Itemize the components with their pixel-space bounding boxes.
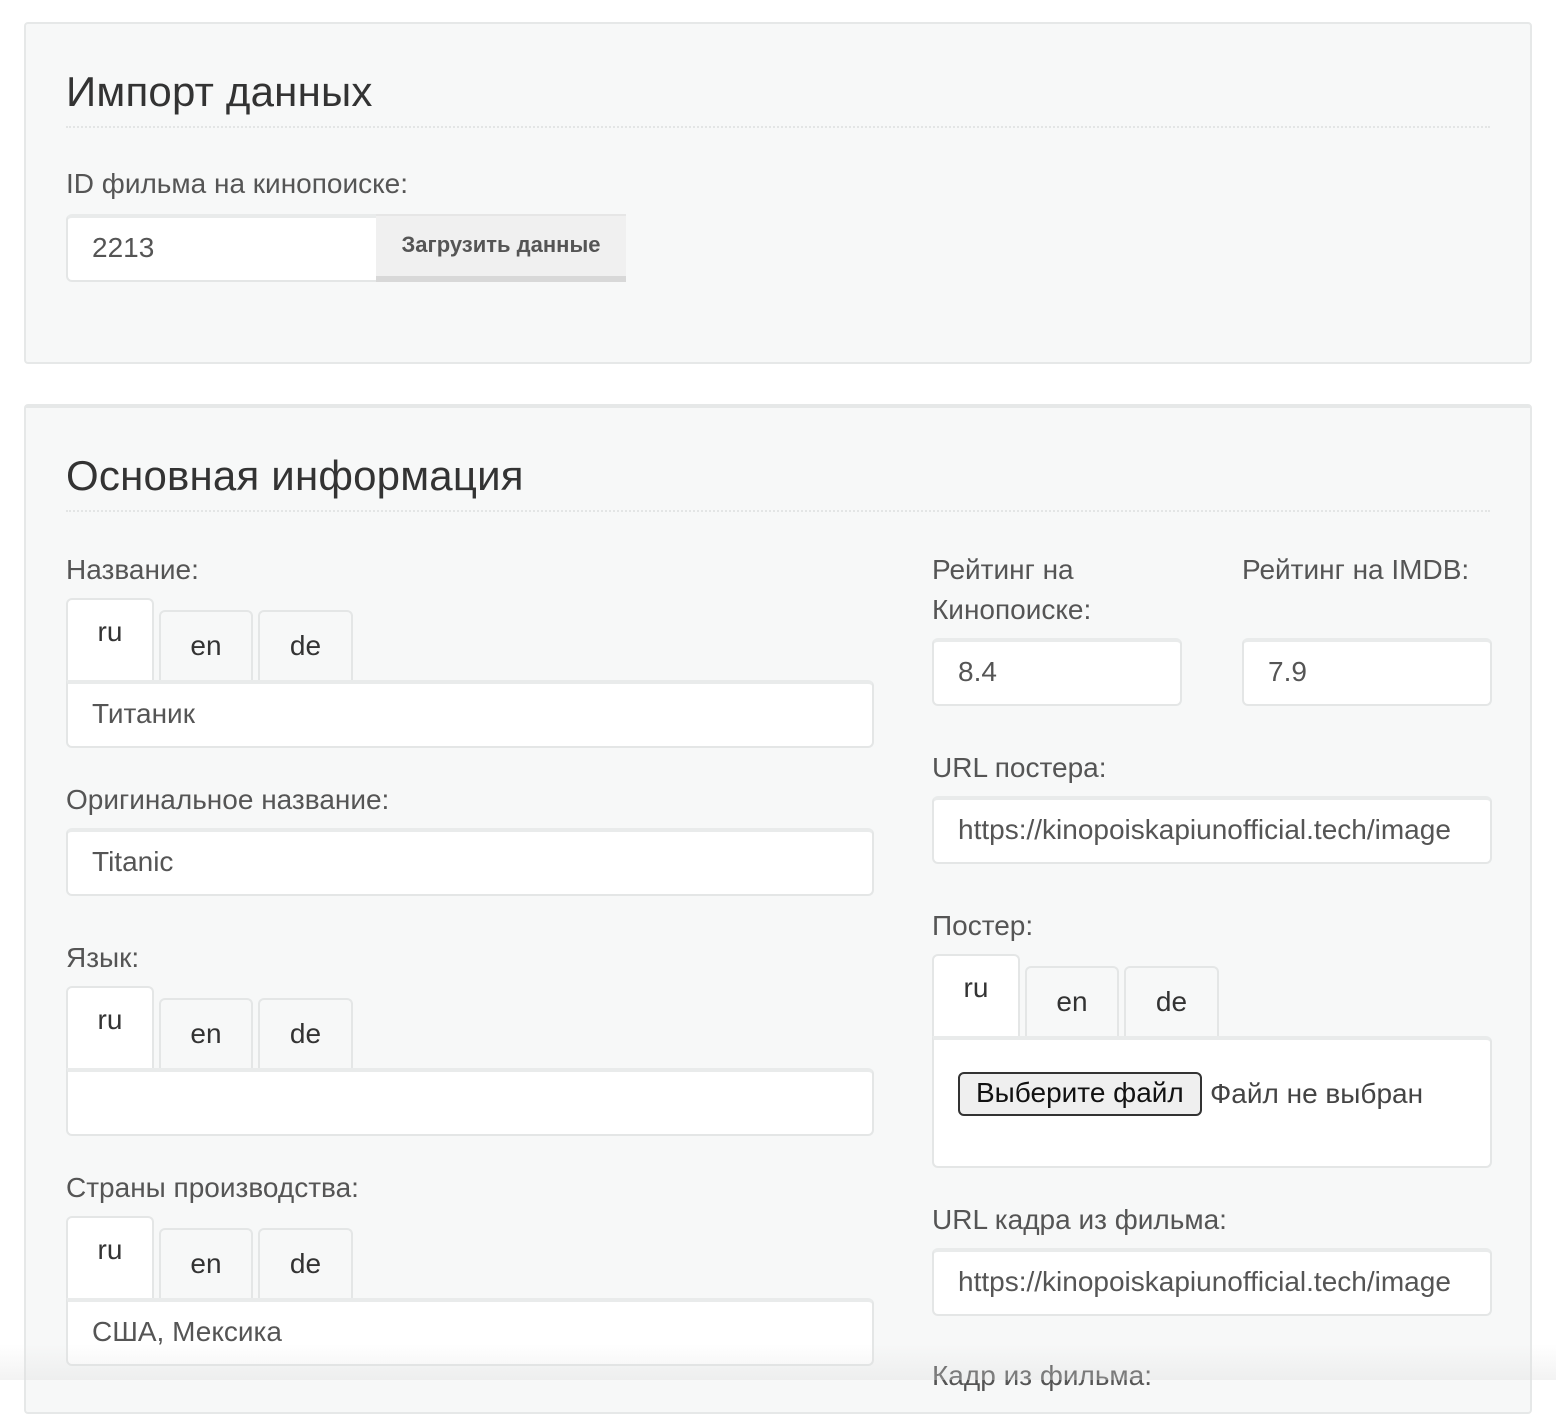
- rating-kp-label-line1: Рейтинг на: [932, 550, 1074, 590]
- language-label: Язык:: [66, 938, 139, 978]
- poster-file-box: Выберите файл Файл не выбран: [932, 1036, 1492, 1168]
- language-input[interactable]: [66, 1068, 874, 1136]
- poster-url-input[interactable]: https://kinopoiskapiunofficial.tech/imag…: [932, 796, 1492, 864]
- rating-imdb-input[interactable]: 7.9: [1242, 638, 1492, 706]
- countries-label: Страны производства:: [66, 1168, 359, 1208]
- choose-file-button[interactable]: Выберите файл: [958, 1072, 1202, 1116]
- tab-name-en[interactable]: en: [159, 610, 253, 682]
- main-info-title: Основная информация: [66, 452, 1490, 512]
- kinopoisk-id-input[interactable]: 2213: [66, 214, 378, 282]
- load-data-button[interactable]: Загрузить данные: [376, 214, 626, 282]
- original-name-input[interactable]: Titanic: [66, 828, 874, 896]
- rating-kp-input[interactable]: 8.4: [932, 638, 1182, 706]
- name-label: Название:: [66, 550, 199, 590]
- file-status-text: Файл не выбран: [1210, 1072, 1423, 1116]
- frame-url-input[interactable]: https://kinopoiskapiunofficial.tech/imag…: [932, 1248, 1492, 1316]
- original-name-label: Оригинальное название:: [66, 780, 389, 820]
- import-title: Импорт данных: [66, 68, 1490, 128]
- tab-name-de[interactable]: de: [258, 610, 353, 682]
- tab-countries-en[interactable]: en: [159, 1228, 253, 1300]
- poster-url-label: URL постера:: [932, 748, 1107, 788]
- tab-language-ru[interactable]: ru: [66, 986, 154, 1070]
- main-info-panel: Основная информация Название: ru en de Т…: [24, 404, 1532, 1414]
- countries-input[interactable]: США, Мексика: [66, 1298, 874, 1366]
- rating-imdb-label: Рейтинг на IMDB:: [1242, 550, 1469, 590]
- tab-poster-en[interactable]: en: [1025, 966, 1119, 1038]
- tab-poster-ru[interactable]: ru: [932, 954, 1020, 1038]
- poster-label: Постер:: [932, 906, 1033, 946]
- tab-poster-de[interactable]: de: [1124, 966, 1219, 1038]
- name-input[interactable]: Титаник: [66, 680, 874, 748]
- tab-language-de[interactable]: de: [258, 998, 353, 1070]
- rating-kp-label-line2: Кинопоиске:: [932, 590, 1091, 630]
- kinopoisk-id-label: ID фильма на кинопоиске:: [66, 164, 408, 204]
- import-panel: Импорт данных ID фильма на кинопоиске: 2…: [24, 22, 1532, 364]
- tab-countries-de[interactable]: de: [258, 1228, 353, 1300]
- tab-countries-ru[interactable]: ru: [66, 1216, 154, 1300]
- frame-label: Кадр из фильма:: [932, 1356, 1152, 1396]
- tab-name-ru[interactable]: ru: [66, 598, 154, 682]
- tab-language-en[interactable]: en: [159, 998, 253, 1070]
- frame-url-label: URL кадра из фильма:: [932, 1200, 1227, 1240]
